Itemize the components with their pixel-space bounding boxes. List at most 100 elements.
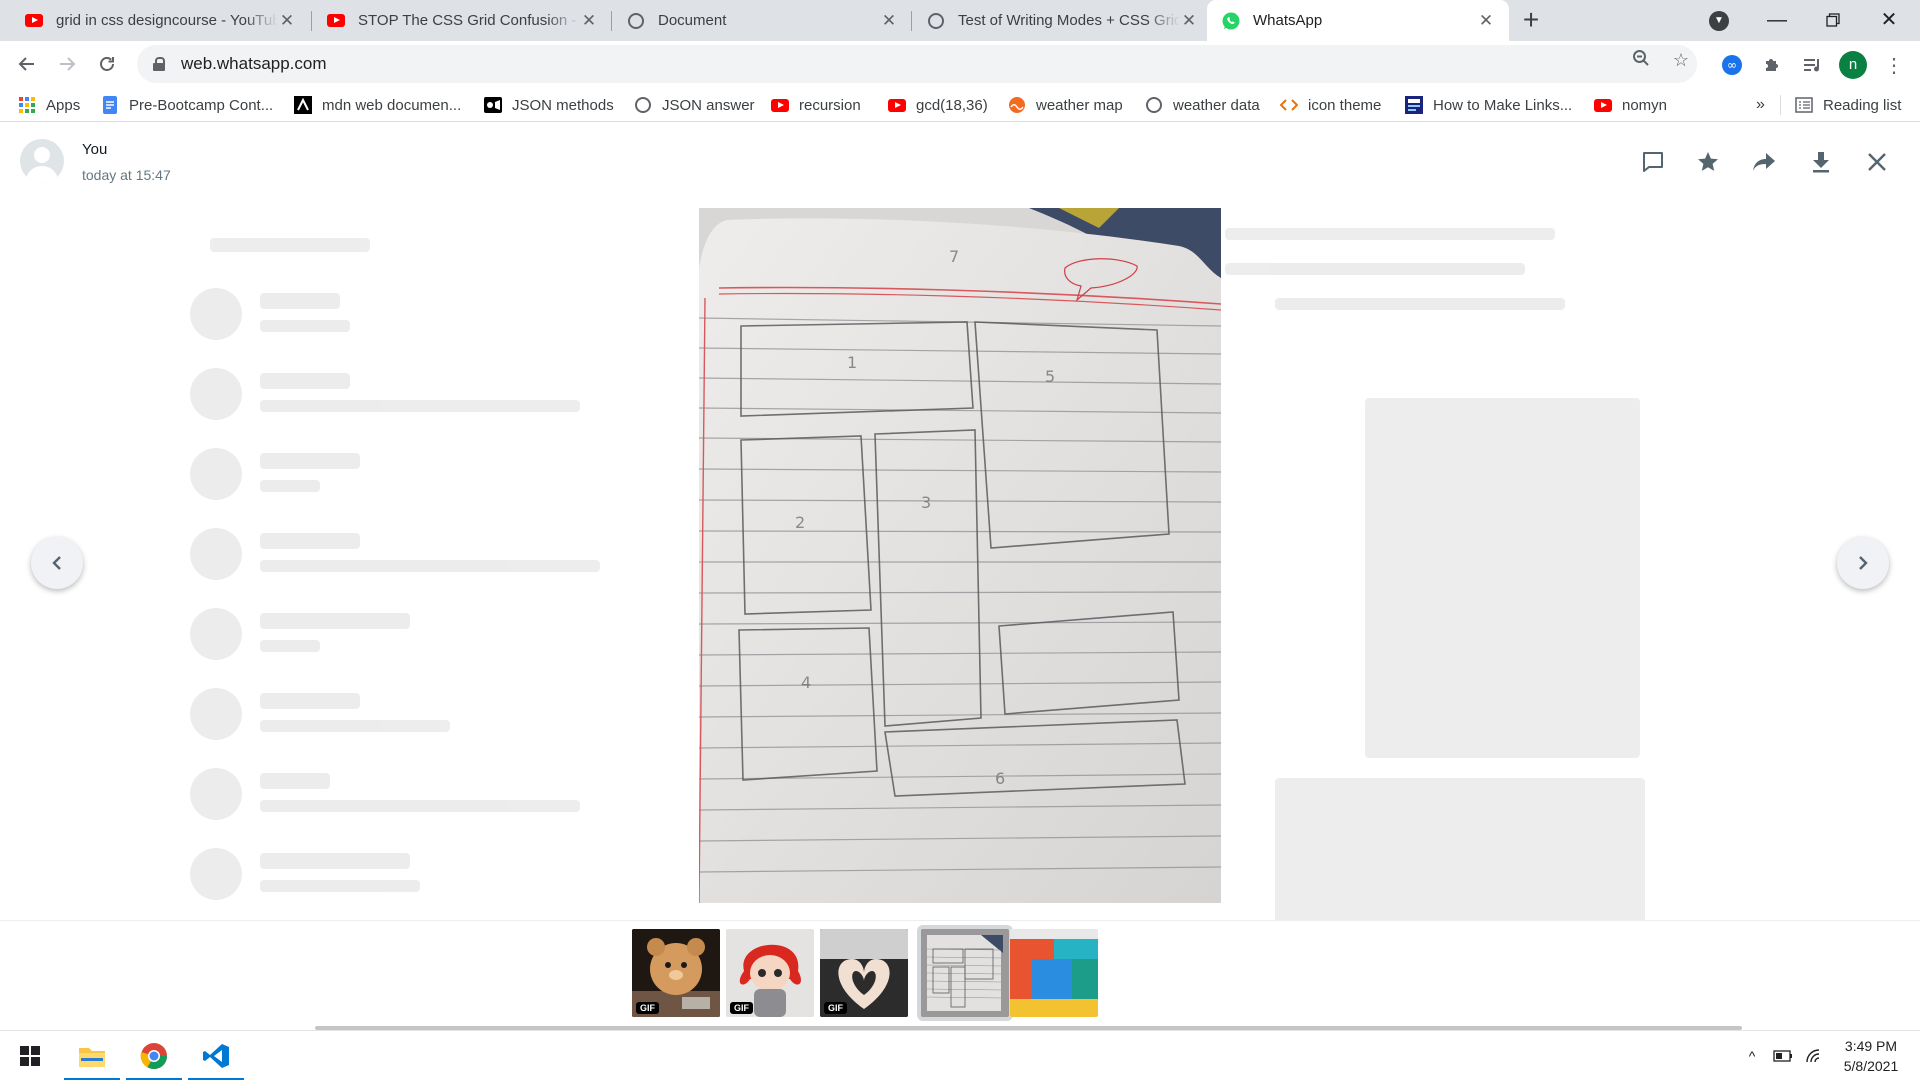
bookmark-nomyn[interactable]: nomyn [1594,94,1667,116]
bookmark-star-icon[interactable]: ☆ [1670,49,1692,71]
close-window-button[interactable]: ✕ [1872,4,1906,36]
media-image-notebook-sketch[interactable]: 1 5 2 3 4 6 7 [699,208,1221,903]
bookmark-gcd[interactable]: gcd(18,36) [888,94,988,116]
tab-grid-css-designcourse[interactable]: grid in css designcourse - YouTube ✕ [10,0,310,41]
back-button[interactable] [12,49,42,79]
youtube-icon [771,96,789,114]
close-tab-icon[interactable]: ✕ [1180,11,1198,30]
star-icon [1698,152,1718,171]
message-timestamp: today at 15:47 [82,167,171,183]
bookmark-label: Pre-Bootcamp Cont... [129,96,274,114]
forward-message-button[interactable] [1749,147,1779,177]
previous-media-button[interactable] [31,537,83,589]
svg-text:6: 6 [995,769,1005,788]
thumbnail-gif-heart-hands[interactable]: GIF [820,929,908,1017]
svg-text:2: 2 [795,513,805,532]
extensions-puzzle-icon[interactable] [1760,53,1784,77]
svg-text:3: 3 [921,493,931,512]
tab-stop-css-grid-confusion[interactable]: STOP The CSS Grid Confusion - 2 ✕ [312,0,612,41]
download-button[interactable] [1806,147,1836,177]
bookmark-apps[interactable]: Apps [18,94,80,116]
tab-title: grid in css designcourse - YouTube [56,12,278,29]
profile-avatar[interactable]: n [1839,51,1867,79]
viewer-header: You today at 15:47 [0,123,1920,197]
system-clock[interactable]: 3:49 PM 5/8/2021 [1830,1036,1912,1076]
chevron-right-icon [1859,556,1868,570]
bookmark-json-answer[interactable]: JSON answer [634,94,755,116]
bookmark-label: Apps [46,96,81,114]
bookmark-json-methods[interactable]: JSON methods [484,94,614,116]
address-bar[interactable]: web.whatsapp.com [137,45,1697,83]
gif-badge: GIF [824,1002,847,1014]
zoom-icon[interactable] [1630,49,1652,71]
thumbnail-notebook-sketch-selected[interactable] [917,925,1013,1021]
url-text[interactable]: web.whatsapp.com [181,54,327,74]
wifi-icon[interactable] [1804,1045,1826,1067]
bookmark-label: recursion [799,96,861,114]
thumbnail-colored-grid-screenshot[interactable] [1010,929,1098,1017]
taskbar-file-explorer[interactable] [62,1031,122,1080]
video-icon [484,96,502,114]
bookmark-recursion[interactable]: recursion [771,94,861,116]
svg-text:∞: ∞ [1727,58,1737,72]
bookmark-mdn[interactable]: mdn web documen... [294,94,461,116]
gif-badge: GIF [730,1002,753,1014]
bookmark-icon-theme[interactable]: icon theme [1280,94,1381,116]
clock-date: 5/8/2021 [1843,1058,1899,1074]
globe-icon [926,11,946,31]
bookmark-weather-map[interactable]: weather map [1008,94,1123,116]
tab-whatsapp[interactable]: WhatsApp ✕ [1207,0,1509,41]
tab-title: Test of Writing Modes + CSS Grid [958,12,1180,29]
forward-button[interactable] [52,49,82,79]
thumbnail-gif-character[interactable]: GIF [726,929,814,1017]
bookmark-label: weather map [1036,96,1123,114]
browser-menu-icon[interactable]: ⋮ [1882,53,1906,77]
reading-list-icon [1795,96,1813,114]
bookmark-label: mdn web documen... [322,96,462,114]
bookmark-label: weather data [1173,96,1260,114]
next-media-button[interactable] [1837,537,1889,589]
close-tab-icon[interactable]: ✕ [880,11,898,30]
globe-icon [626,11,646,31]
reload-button[interactable] [92,49,122,79]
show-hidden-icons-chevron[interactable]: ^ [1741,1045,1763,1067]
folder-icon [79,1048,105,1067]
tab-strip: grid in css designcourse - YouTube ✕ STO… [0,0,1920,41]
reading-list-button[interactable]: Reading list [1795,94,1901,116]
close-tab-icon[interactable]: ✕ [278,11,296,30]
svg-text:7: 7 [949,247,959,266]
bookmark-how-to-make-links[interactable]: How to Make Links... [1405,94,1572,116]
bookmark-pre-bootcamp[interactable]: Pre-Bootcamp Cont... [101,94,273,116]
media-viewer: You today at 15:47 1 5 2 3 4 6 7 GIF GIF… [0,123,1920,1030]
new-tab-button[interactable]: + [1516,6,1546,36]
taskbar-vscode[interactable] [186,1031,246,1080]
close-viewer-button[interactable] [1862,147,1892,177]
thumbnail-gif-bear[interactable]: GIF [632,929,720,1017]
bookmark-weather-data[interactable]: weather data [1145,94,1260,116]
sender-avatar[interactable] [20,139,64,183]
clock-time: 3:49 PM [1844,1038,1898,1054]
tab-writing-modes-css-grid[interactable]: Test of Writing Modes + CSS Grid ✕ [912,0,1212,41]
media-thumbnail-strip: GIF GIF GIF [0,920,1920,1030]
bookmark-label: JSON answer [662,96,755,114]
bookmarks-overflow-button[interactable]: » [1756,94,1765,116]
download-icon [1813,152,1829,173]
whatsapp-icon [1221,11,1241,31]
taskbar-chrome[interactable] [124,1031,184,1080]
browser-toolbar: web.whatsapp.com ☆ ∞ n ⋮ [0,41,1920,88]
restore-window-button[interactable] [1816,4,1850,36]
minimize-window-button[interactable]: — [1760,4,1794,36]
star-message-button[interactable] [1693,147,1723,177]
lock-icon[interactable] [153,57,165,71]
vscode-icon [203,1044,229,1068]
extension-infinity-icon[interactable]: ∞ [1720,53,1744,77]
tab-search-icon[interactable]: ▼ [1709,11,1729,31]
battery-icon[interactable] [1772,1045,1794,1067]
close-tab-icon[interactable]: ✕ [1477,11,1495,30]
close-tab-icon[interactable]: ✕ [580,11,598,30]
go-to-message-button[interactable] [1638,147,1668,177]
tab-document[interactable]: Document ✕ [612,0,912,41]
site-icon [1405,96,1423,114]
start-button[interactable] [0,1031,60,1080]
media-queue-icon[interactable] [1800,53,1824,77]
